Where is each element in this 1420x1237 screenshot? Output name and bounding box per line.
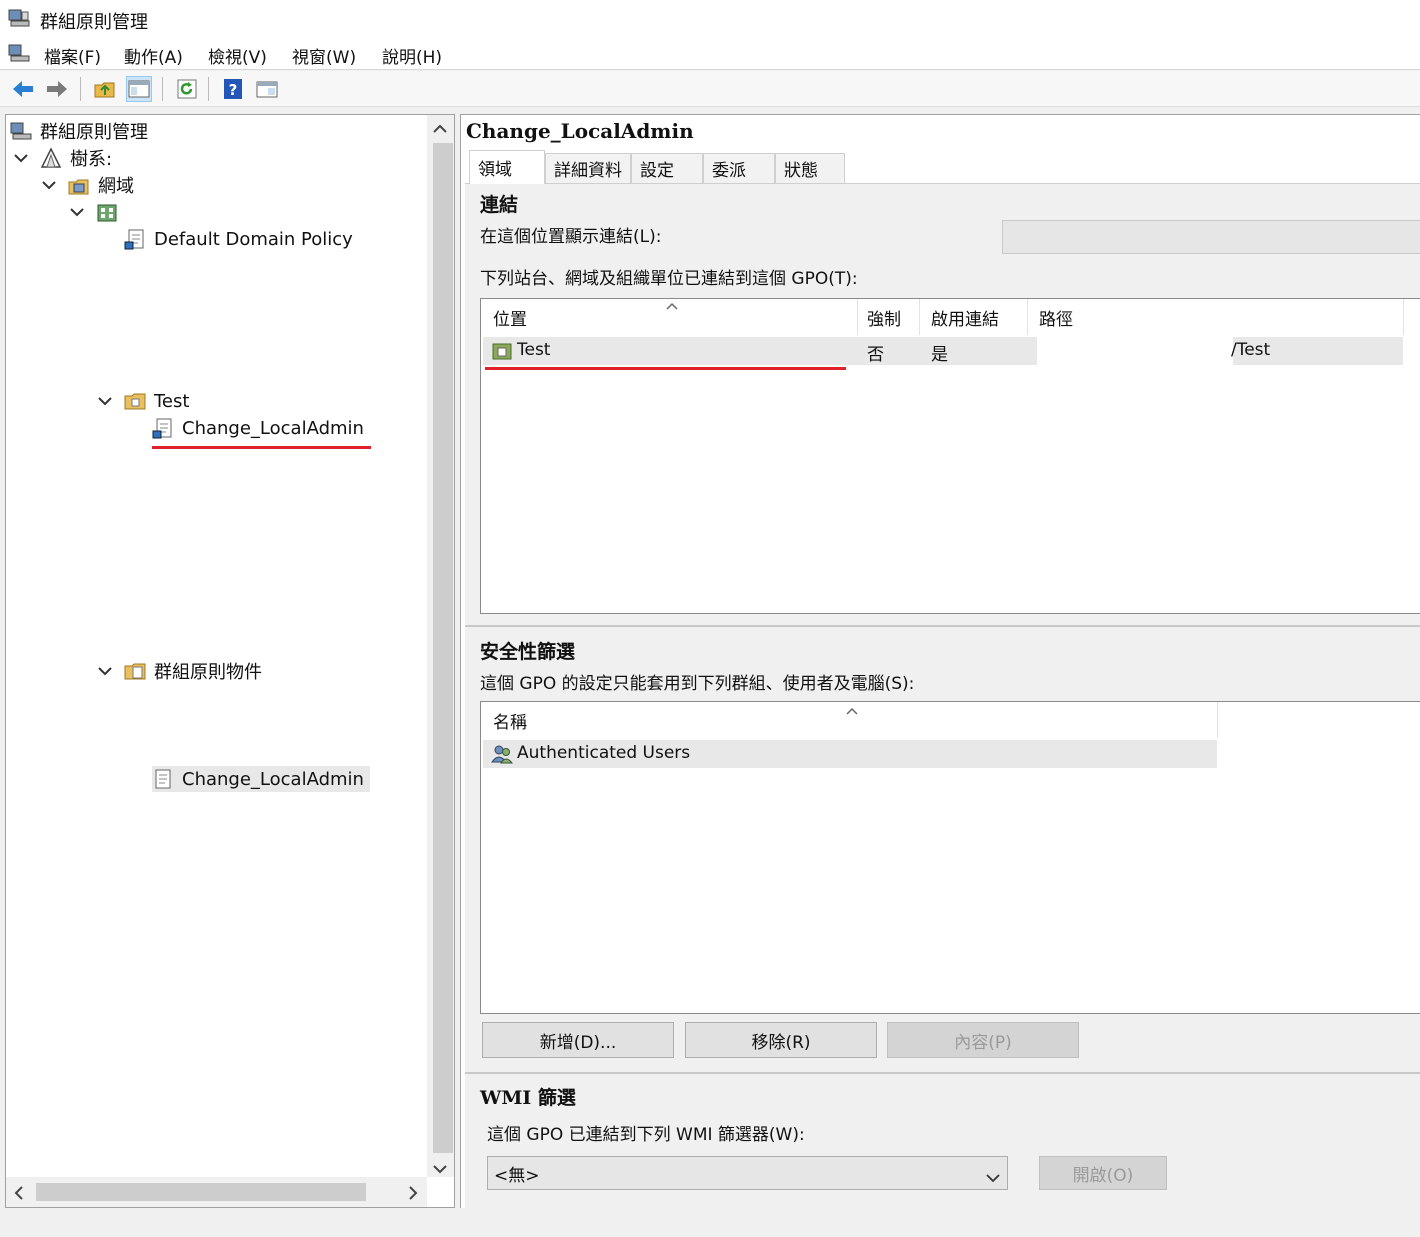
details-pane: Change_LocalAdmin 領域 詳細資料 設定 委派 狀態 連結 在這… bbox=[460, 114, 1420, 1208]
vertical-scroll-thumb[interactable] bbox=[433, 143, 453, 1153]
gpo-link-icon bbox=[124, 228, 146, 250]
properties-button[interactable]: 內容(P) bbox=[887, 1022, 1079, 1058]
section-divider bbox=[465, 625, 1420, 637]
wmi-filtering-caption: 這個 GPO 已連結到下列 WMI 篩選器(W): bbox=[487, 1125, 805, 1145]
scroll-right-icon[interactable] bbox=[408, 1185, 418, 1205]
tree-ou-test[interactable]: Test bbox=[96, 388, 189, 414]
tree-domain-node[interactable] bbox=[68, 199, 126, 225]
ou-icon bbox=[491, 340, 513, 367]
chevron-down-icon[interactable] bbox=[40, 176, 58, 194]
ou-folder-icon bbox=[124, 390, 146, 412]
col-link-enabled[interactable]: 啟用連結 bbox=[931, 305, 999, 330]
gpmc-root-icon bbox=[10, 120, 32, 142]
tree-default-domain-policy[interactable]: Default Domain Policy bbox=[124, 226, 353, 252]
path-redacted-area bbox=[1037, 337, 1233, 365]
svg-text:?: ? bbox=[229, 81, 238, 99]
menu-help[interactable]: 說明(H) bbox=[382, 43, 442, 68]
security-filtering-heading: 安全性篩選 bbox=[480, 641, 576, 663]
forest-icon bbox=[40, 147, 62, 169]
wmi-filtering-heading: WMI 篩選 bbox=[480, 1087, 576, 1109]
users-group-icon bbox=[491, 743, 514, 770]
chevron-down-icon[interactable] bbox=[96, 392, 114, 410]
refresh-icon[interactable] bbox=[174, 76, 200, 102]
scope-tab-body: 連結 在這個位置顯示連結(L): 下列站台、網域及組織單位已連結到這個 GPO(… bbox=[465, 183, 1420, 1208]
security-filtering-caption: 這個 GPO 的設定只能套用到下列群組、使用者及電腦(S): bbox=[480, 674, 915, 694]
chevron-down-icon[interactable] bbox=[96, 662, 114, 680]
highlight-underline-tree bbox=[152, 446, 371, 449]
show-hide-tree-icon[interactable] bbox=[126, 76, 152, 102]
back-arrow-icon[interactable] bbox=[10, 76, 36, 102]
domains-icon bbox=[68, 174, 90, 196]
wmi-filter-selected: <無> bbox=[494, 1165, 540, 1186]
gpo-name-heading: Change_LocalAdmin bbox=[466, 119, 694, 143]
tree-ou-gpo-link[interactable]: Change_LocalAdmin bbox=[152, 415, 364, 441]
cell-path: /Test bbox=[1231, 340, 1271, 360]
tab-status[interactable]: 狀態 bbox=[775, 153, 845, 183]
sort-ascending-icon bbox=[845, 702, 859, 722]
window-title: 群組原則管理 bbox=[40, 12, 148, 33]
gpo-container-icon bbox=[124, 660, 146, 682]
title-bar: 群組原則管理 bbox=[0, 0, 1420, 38]
table-row[interactable]: Authenticated Users bbox=[483, 740, 1217, 768]
menu-bar: 檔案(F) 動作(A) 檢視(V) 視窗(W) 說明(H) bbox=[0, 38, 1420, 70]
links-table: 位置 強制 啟用連結 路徑 Test 否 是 /Test bbox=[480, 298, 1420, 614]
table-row[interactable]: Test 否 是 /Test bbox=[483, 337, 1403, 365]
chevron-down-icon[interactable] bbox=[12, 149, 30, 167]
menu-action[interactable]: 動作(A) bbox=[124, 43, 183, 68]
col-name[interactable]: 名稱 bbox=[493, 708, 527, 733]
highlight-underline-table bbox=[485, 367, 846, 370]
cell-enforced: 否 bbox=[867, 345, 884, 365]
forward-arrow-icon[interactable] bbox=[44, 76, 70, 102]
domain-icon bbox=[96, 201, 118, 223]
tab-scope[interactable]: 領域 bbox=[469, 150, 545, 184]
help-icon[interactable]: ? bbox=[220, 76, 246, 102]
menu-file[interactable]: 檔案(F) bbox=[44, 43, 101, 68]
security-filtering-list: 名稱 Authenticated Users bbox=[480, 701, 1420, 1014]
tab-delegation[interactable]: 委派 bbox=[703, 153, 775, 183]
col-path[interactable]: 路徑 bbox=[1039, 305, 1073, 330]
wmi-filter-dropdown[interactable]: <無> bbox=[487, 1156, 1008, 1190]
toolbar: ? bbox=[0, 71, 1420, 107]
tree-vertical-scrollbar[interactable] bbox=[427, 115, 454, 1179]
col-location[interactable]: 位置 bbox=[493, 305, 527, 330]
cell-principal-name: Authenticated Users bbox=[517, 743, 691, 763]
tree-domains[interactable]: 網域 bbox=[40, 172, 134, 198]
links-heading: 連結 bbox=[480, 194, 519, 216]
section-divider bbox=[465, 1072, 1420, 1084]
gpo-link-icon bbox=[152, 417, 174, 439]
sort-ascending-icon bbox=[665, 297, 679, 317]
gpmc-app-icon bbox=[8, 8, 30, 28]
tree-gpo-container[interactable]: 群組原則物件 bbox=[96, 658, 262, 684]
up-folder-icon[interactable] bbox=[92, 76, 118, 102]
console-view-icon[interactable] bbox=[254, 76, 280, 102]
menu-window[interactable]: 視窗(W) bbox=[292, 43, 356, 68]
open-button[interactable]: 開啟(O) bbox=[1039, 1156, 1167, 1190]
add-button[interactable]: 新增(D)... bbox=[482, 1022, 674, 1058]
horizontal-scroll-thumb[interactable] bbox=[36, 1183, 366, 1201]
scroll-up-icon[interactable] bbox=[433, 119, 447, 139]
tree-horizontal-scrollbar[interactable] bbox=[6, 1177, 427, 1207]
gpo-icon bbox=[152, 768, 174, 790]
scroll-left-icon[interactable] bbox=[14, 1185, 24, 1205]
menu-view[interactable]: 檢視(V) bbox=[208, 43, 267, 68]
console-menu-icon[interactable] bbox=[8, 43, 30, 63]
cell-location: Test bbox=[517, 340, 551, 360]
remove-button[interactable]: 移除(R) bbox=[685, 1022, 877, 1058]
chevron-down-icon[interactable] bbox=[68, 203, 86, 221]
cell-link-enabled: 是 bbox=[931, 345, 948, 365]
col-enforced[interactable]: 強制 bbox=[867, 305, 901, 330]
tab-details[interactable]: 詳細資料 bbox=[545, 153, 631, 183]
tree-forest[interactable]: 樹系: bbox=[12, 145, 112, 171]
scroll-down-icon[interactable] bbox=[433, 1159, 447, 1179]
location-label: 在這個位置顯示連結(L): bbox=[480, 227, 662, 247]
links-table-caption: 下列站台、網域及組織單位已連結到這個 GPO(T): bbox=[480, 269, 858, 289]
tree-gpo-item-selected[interactable]: Change_LocalAdmin bbox=[152, 766, 370, 792]
tab-settings[interactable]: 設定 bbox=[631, 153, 703, 183]
chevron-down-icon bbox=[986, 1168, 1000, 1188]
tree-root[interactable]: 群組原則管理 bbox=[10, 118, 148, 144]
location-dropdown[interactable] bbox=[1002, 220, 1420, 254]
console-tree: 群組原則管理 樹系: 網域 Default Domain Policy Test… bbox=[5, 114, 455, 1208]
